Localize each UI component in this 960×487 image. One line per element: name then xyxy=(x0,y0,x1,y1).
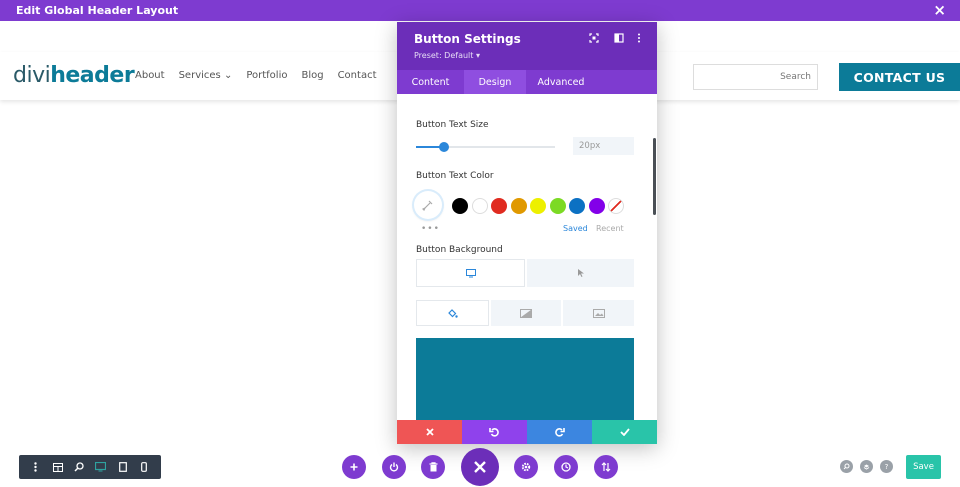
recent-colors-tab[interactable]: Recent xyxy=(596,224,624,233)
text-color-label: Button Text Color xyxy=(416,171,494,181)
swatch-yellow[interactable] xyxy=(530,198,546,214)
eyedropper-icon[interactable] xyxy=(414,191,442,219)
undo-button[interactable] xyxy=(462,420,527,444)
contact-us-button[interactable]: CONTACT US xyxy=(839,63,960,91)
settings-tabs: Content Design Advanced xyxy=(397,70,657,94)
layout-title: Edit Global Header Layout xyxy=(16,4,179,17)
swatch-green[interactable] xyxy=(549,198,566,214)
modal-header: Button Settings Preset: Default ▾ xyxy=(397,22,657,70)
search-input[interactable]: Search xyxy=(693,64,818,90)
text-size-label: Button Text Size xyxy=(416,120,489,130)
swatch-black[interactable] xyxy=(452,198,468,214)
nav-item-services[interactable]: Services ⌄ xyxy=(179,70,233,81)
zoom-icon[interactable] xyxy=(68,462,90,472)
modal-title: Button Settings xyxy=(414,32,521,46)
site-nav: About Services ⌄ Portfolio Blog Contact xyxy=(135,70,376,81)
saved-colors-tab[interactable]: Saved xyxy=(563,224,588,233)
state-tabs xyxy=(416,259,634,287)
swatch-blue[interactable] xyxy=(569,198,585,214)
button-settings-modal: Button Settings Preset: Default ▾ Conten… xyxy=(397,22,657,444)
search-icon[interactable] xyxy=(840,460,853,473)
close-builder-icon[interactable] xyxy=(461,448,499,486)
site-logo[interactable]: diviheader xyxy=(13,63,135,88)
chevron-down-icon: ⌄ xyxy=(223,70,233,81)
swatch-none-icon[interactable] xyxy=(608,198,624,214)
text-size-input[interactable]: 20px xyxy=(573,137,634,155)
history-icon[interactable] xyxy=(554,455,578,479)
paint-bucket-icon[interactable] xyxy=(416,300,489,326)
phone-view-icon[interactable] xyxy=(133,462,155,472)
help-icon[interactable]: ? xyxy=(880,460,893,473)
swatch-white[interactable] xyxy=(471,198,488,214)
fullscreen-icon[interactable] xyxy=(589,33,599,46)
add-icon[interactable] xyxy=(342,455,366,479)
desktop-view-icon[interactable] xyxy=(90,462,112,472)
image-icon[interactable] xyxy=(563,300,635,326)
tab-design[interactable]: Design xyxy=(464,70,526,94)
settings-gear-icon[interactable] xyxy=(514,455,538,479)
sort-icon[interactable] xyxy=(594,455,618,479)
background-label: Button Background xyxy=(416,245,503,255)
save-check-button[interactable] xyxy=(592,420,657,444)
gradient-icon[interactable] xyxy=(490,300,562,326)
save-button[interactable]: Save xyxy=(906,455,941,479)
wireframe-icon[interactable] xyxy=(47,462,69,472)
view-mode-bar xyxy=(19,455,161,479)
nav-item-blog[interactable]: Blog xyxy=(301,70,323,81)
preset-dropdown[interactable]: Preset: Default ▾ xyxy=(414,51,480,60)
swatch-red[interactable] xyxy=(491,198,507,214)
more-colors-icon[interactable]: ••• xyxy=(421,224,440,234)
swatch-orange[interactable] xyxy=(510,198,527,214)
discard-button[interactable] xyxy=(397,420,462,444)
menu-dots-icon[interactable] xyxy=(25,462,47,472)
background-type-tabs xyxy=(416,300,635,326)
split-view-icon[interactable] xyxy=(614,33,624,46)
nav-item-about[interactable]: About xyxy=(135,70,165,81)
desktop-state-icon[interactable] xyxy=(416,259,525,287)
redo-button[interactable] xyxy=(527,420,592,444)
builder-topbar: Edit Global Header Layout × xyxy=(0,0,960,21)
more-options-icon[interactable] xyxy=(637,33,641,46)
settings-body: Button Text Size 20px Button Text Color … xyxy=(397,94,657,444)
tablet-view-icon[interactable] xyxy=(112,462,134,472)
power-icon[interactable] xyxy=(382,455,406,479)
tab-content[interactable]: Content xyxy=(397,70,464,94)
swatch-purple[interactable] xyxy=(588,198,605,214)
nav-item-portfolio[interactable]: Portfolio xyxy=(246,70,287,81)
color-swatches xyxy=(452,198,624,214)
text-size-slider[interactable] xyxy=(416,142,555,152)
trash-icon[interactable] xyxy=(421,455,445,479)
settings-scrollbar[interactable] xyxy=(653,138,656,215)
slider-handle[interactable] xyxy=(439,142,449,152)
layers-icon[interactable] xyxy=(860,460,873,473)
close-icon[interactable]: × xyxy=(933,3,946,18)
hover-state-icon[interactable] xyxy=(527,259,634,287)
modal-footer xyxy=(397,420,657,444)
tab-advanced[interactable]: Advanced xyxy=(526,70,596,94)
nav-item-contact[interactable]: Contact xyxy=(338,70,377,81)
